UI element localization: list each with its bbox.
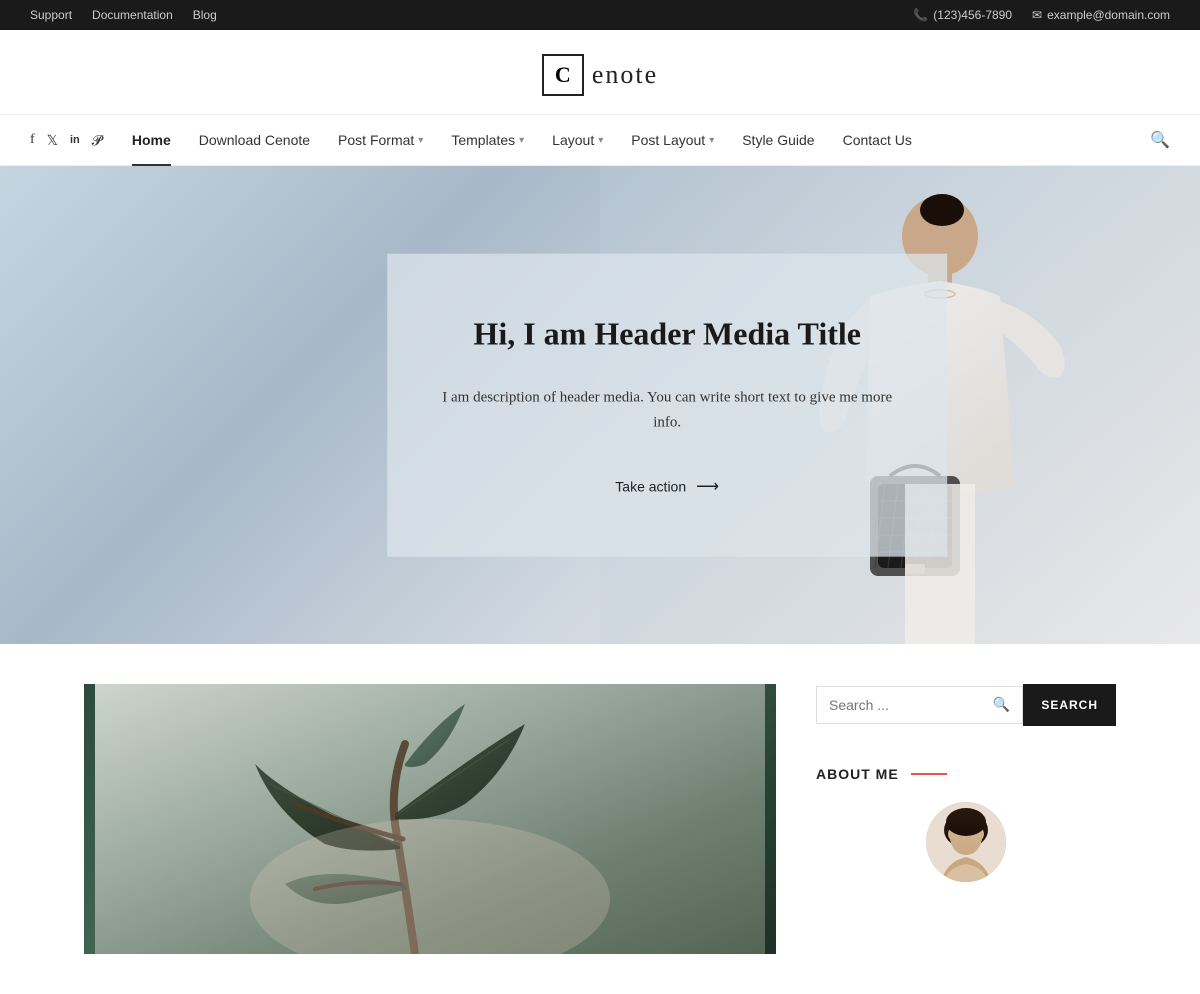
chevron-down-icon: ▾ xyxy=(598,135,603,146)
support-link[interactable]: Support xyxy=(30,8,72,22)
phone-number: (123)456-7890 xyxy=(933,8,1012,22)
search-button[interactable]: SEARCH xyxy=(1023,684,1116,726)
search-magnifier-icon: 🔍 xyxy=(981,697,1022,714)
about-me-avatar xyxy=(926,802,1006,882)
phone-icon: 📞 xyxy=(913,8,928,22)
hero-description: I am description of header media. You ca… xyxy=(437,385,897,436)
nav-layout[interactable]: Layout ▾ xyxy=(552,116,603,164)
blog-link[interactable]: Blog xyxy=(193,8,217,22)
nav-search-icon[interactable]: 🔍 xyxy=(1150,130,1170,150)
main-content: 🔍 SEARCH ABOUT ME xyxy=(0,644,1200,994)
hero-overlay: Hi, I am Header Media Title I am descrip… xyxy=(387,254,947,557)
top-bar-left: Support Documentation Blog xyxy=(30,8,217,22)
top-bar: Support Documentation Blog 📞 (123)456-78… xyxy=(0,0,1200,30)
hero-cta-label: Take action xyxy=(615,478,686,494)
twitter-icon[interactable]: 𝕏 xyxy=(47,132,58,149)
about-me-underline xyxy=(911,773,947,775)
nav-links: Home Download Cenote Post Format ▾ Templ… xyxy=(132,116,1150,164)
search-input-wrap: 🔍 xyxy=(816,686,1023,724)
hero-title: Hi, I am Header Media Title xyxy=(437,314,897,356)
post-featured-image xyxy=(84,684,776,954)
logo-letter: C xyxy=(542,54,584,96)
logo-area: C enote xyxy=(0,30,1200,114)
nav-post-layout[interactable]: Post Layout ▾ xyxy=(631,116,714,164)
nav-bar: f 𝕏 in 𝓟 Home Download Cenote Post Forma… xyxy=(0,114,1200,166)
nav-home[interactable]: Home xyxy=(132,116,171,164)
nav-download[interactable]: Download Cenote xyxy=(199,116,310,164)
email-info: ✉ example@domain.com xyxy=(1032,8,1170,22)
top-bar-right: 📞 (123)456-7890 ✉ example@domain.com xyxy=(913,8,1170,22)
chevron-down-icon: ▾ xyxy=(709,135,714,146)
blog-posts xyxy=(84,684,776,954)
linkedin-icon[interactable]: in xyxy=(70,134,80,146)
hero-cta-arrow: ⟶ xyxy=(696,476,719,496)
about-me-label: ABOUT ME xyxy=(816,766,899,782)
nav-style-guide[interactable]: Style Guide xyxy=(742,116,814,164)
pinterest-icon[interactable]: 𝓟 xyxy=(92,132,102,149)
social-icons: f 𝕏 in 𝓟 xyxy=(30,132,102,149)
email-address: example@domain.com xyxy=(1047,8,1170,22)
sidebar: 🔍 SEARCH ABOUT ME xyxy=(816,684,1116,954)
logo-name: enote xyxy=(592,60,658,90)
logo[interactable]: C enote xyxy=(542,54,658,96)
nav-post-format[interactable]: Post Format ▾ xyxy=(338,116,423,164)
phone-info: 📞 (123)456-7890 xyxy=(913,8,1012,22)
hero-cta-link[interactable]: Take action ⟶ xyxy=(615,476,719,496)
chevron-down-icon: ▾ xyxy=(418,135,423,146)
chevron-down-icon: ▾ xyxy=(519,135,524,146)
nav-templates[interactable]: Templates ▾ xyxy=(451,116,524,164)
search-widget: 🔍 SEARCH xyxy=(816,684,1116,726)
post-image-svg xyxy=(84,684,776,954)
about-me-heading: ABOUT ME xyxy=(816,766,1116,782)
hero-section: Hi, I am Header Media Title I am descrip… xyxy=(0,166,1200,644)
nav-contact[interactable]: Contact Us xyxy=(843,116,912,164)
email-icon: ✉ xyxy=(1032,8,1042,22)
documentation-link[interactable]: Documentation xyxy=(92,8,173,22)
facebook-icon[interactable]: f xyxy=(30,132,35,148)
avatar-image xyxy=(926,802,1006,882)
search-input[interactable] xyxy=(817,687,981,723)
